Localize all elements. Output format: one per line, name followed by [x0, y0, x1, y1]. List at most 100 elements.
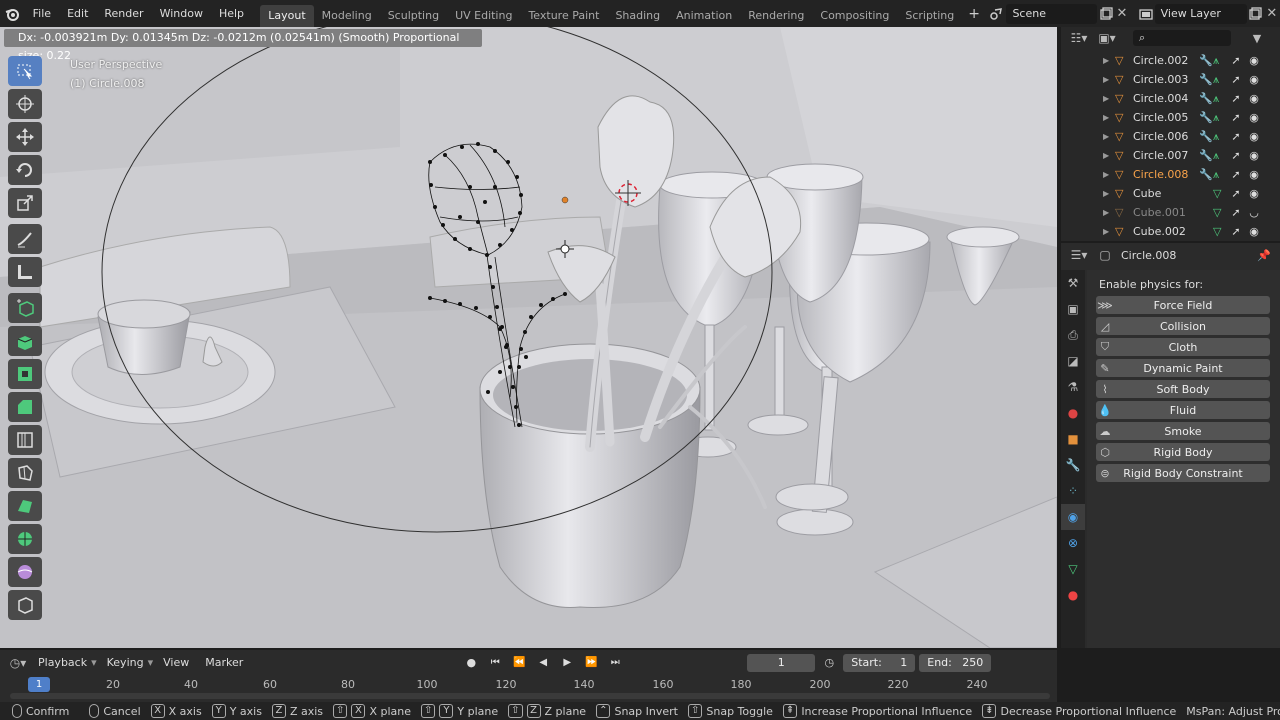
- new-scene-icon[interactable]: [1097, 4, 1113, 24]
- visibility-eye-icon[interactable]: ◉: [1245, 92, 1263, 105]
- view-layer-tab-icon[interactable]: ◪: [1061, 348, 1085, 374]
- tab-rendering[interactable]: Rendering: [740, 5, 812, 27]
- pin-icon[interactable]: 📌: [1254, 245, 1274, 265]
- poly-build-icon[interactable]: [8, 491, 42, 521]
- fluid-button[interactable]: 💧 Fluid: [1096, 401, 1270, 419]
- soft-body-button[interactable]: ⌇ Soft Body: [1096, 380, 1270, 398]
- bevel-icon[interactable]: [8, 392, 42, 422]
- visibility-eye-icon[interactable]: ◉: [1245, 54, 1263, 67]
- rigid-body-button[interactable]: ⬡ Rigid Body: [1096, 443, 1270, 461]
- select-arrow-icon[interactable]: ➚: [1227, 187, 1245, 200]
- view-layer-selector[interactable]: View Layer: [1154, 3, 1248, 24]
- tab-modeling[interactable]: Modeling: [314, 5, 380, 27]
- inset-icon[interactable]: [8, 359, 42, 389]
- output-tab-icon[interactable]: ⎙: [1061, 322, 1085, 348]
- playhead-frame[interactable]: 1: [28, 677, 50, 692]
- expand-arrow-icon[interactable]: ▶: [1103, 113, 1109, 122]
- select-arrow-icon[interactable]: ➚: [1227, 111, 1245, 124]
- new-view-layer-icon[interactable]: [1247, 4, 1263, 24]
- play-icon[interactable]: ▶: [557, 653, 577, 673]
- extrude-icon[interactable]: [8, 326, 42, 356]
- outliner-item-circle-004[interactable]: ▶ ▽ Circle.004 🔧 ⩚ ➚ ◉: [1061, 89, 1280, 108]
- render-tab-icon[interactable]: ▣: [1061, 296, 1085, 322]
- material-tab-icon[interactable]: ●: [1061, 582, 1085, 608]
- outliner-item-circle-008[interactable]: ▶ ▽ Circle.008 🔧 ⩚ ➚ ◉: [1061, 165, 1280, 184]
- menu-help[interactable]: Help: [211, 0, 252, 27]
- menu-render[interactable]: Render: [96, 0, 151, 27]
- properties-editor-icon[interactable]: ☰▾: [1069, 245, 1089, 265]
- blender-logo-icon[interactable]: [0, 0, 25, 27]
- dynamic-paint-button[interactable]: ✎ Dynamic Paint: [1096, 359, 1270, 377]
- expand-arrow-icon[interactable]: ▶: [1103, 94, 1109, 103]
- expand-arrow-icon[interactable]: ▶: [1103, 132, 1109, 141]
- jump-end-icon[interactable]: ⏭: [605, 653, 625, 673]
- view-layer-icon[interactable]: [1138, 4, 1154, 24]
- outliner-item-circle-005[interactable]: ▶ ▽ Circle.005 🔧 ⩚ ➚ ◉: [1061, 108, 1280, 127]
- collision-button[interactable]: ◿ Collision: [1096, 317, 1270, 335]
- particles-tab-icon[interactable]: ⁘: [1061, 478, 1085, 504]
- select-arrow-icon[interactable]: ➚: [1227, 149, 1245, 162]
- timeline-scrollbar[interactable]: [10, 693, 1050, 699]
- end-frame-field[interactable]: End: 250: [919, 653, 992, 672]
- physics-tab-icon[interactable]: ◉: [1061, 504, 1085, 530]
- knife-icon[interactable]: [8, 458, 42, 488]
- jump-start-icon[interactable]: ⏮: [485, 653, 505, 673]
- select-arrow-icon[interactable]: ➚: [1227, 168, 1245, 181]
- menu-file[interactable]: File: [25, 0, 59, 27]
- outliner-item-cube[interactable]: ▶ ▽ Cube ▽ ➚ ◉: [1061, 184, 1280, 203]
- jump-keyframe-back-icon[interactable]: ⏪: [509, 653, 529, 673]
- outliner-search-input[interactable]: ⌕: [1133, 30, 1231, 46]
- scene-tab-icon[interactable]: ⚗: [1061, 374, 1085, 400]
- add-workspace-button[interactable]: +: [962, 6, 986, 22]
- modifier-wrench-icon[interactable]: 🔧: [1199, 168, 1213, 181]
- outliner-item-circle-003[interactable]: ▶ ▽ Circle.003 🔧 ⩚ ➚ ◉: [1061, 70, 1280, 89]
- expand-arrow-icon[interactable]: ▶: [1103, 227, 1109, 236]
- expand-arrow-icon[interactable]: ▶: [1103, 75, 1109, 84]
- visibility-eye-icon[interactable]: ◉: [1245, 149, 1263, 162]
- data-tab-icon[interactable]: ▽: [1061, 556, 1085, 582]
- tool-tab-icon[interactable]: ⚒: [1061, 270, 1085, 296]
- play-reverse-icon[interactable]: ◀: [533, 653, 553, 673]
- menu-edit[interactable]: Edit: [59, 0, 96, 27]
- outliner-item-circle-007[interactable]: ▶ ▽ Circle.007 🔧 ⩚ ➚ ◉: [1061, 146, 1280, 165]
- scene-icon[interactable]: [988, 4, 1004, 24]
- cloth-button[interactable]: ⛉ Cloth: [1096, 338, 1270, 356]
- expand-arrow-icon[interactable]: ▶: [1103, 189, 1109, 198]
- scene-selector[interactable]: Scene: [1006, 3, 1098, 24]
- visibility-eye-icon[interactable]: ◉: [1245, 187, 1263, 200]
- tab-sculpting[interactable]: Sculpting: [380, 5, 447, 27]
- visibility-eye-icon[interactable]: ◉: [1245, 130, 1263, 143]
- measure-icon[interactable]: [8, 257, 42, 287]
- start-frame-field[interactable]: Start: 1: [843, 653, 916, 672]
- hidden-eye-icon[interactable]: ◡: [1245, 206, 1263, 219]
- shrink-icon[interactable]: [8, 590, 42, 620]
- preview-range-icon[interactable]: ◷: [819, 653, 839, 673]
- outliner-item-cube-001[interactable]: ▶ ▽ Cube.001 ▽ ➚ ◡: [1061, 203, 1280, 222]
- menu-window[interactable]: Window: [152, 0, 211, 27]
- constraints-tab-icon[interactable]: ⊗: [1061, 530, 1085, 556]
- remove-view-layer-icon[interactable]: ✕: [1264, 4, 1280, 24]
- tab-shading[interactable]: Shading: [607, 5, 668, 27]
- tab-animation[interactable]: Animation: [668, 5, 740, 27]
- outliner-item-cube-002[interactable]: ▶ ▽ Cube.002 ▽ ➚ ◉: [1061, 222, 1280, 241]
- modifier-wrench-icon[interactable]: 🔧: [1199, 149, 1213, 162]
- visibility-eye-icon[interactable]: ◉: [1245, 225, 1263, 238]
- smoke-button[interactable]: ☁ Smoke: [1096, 422, 1270, 440]
- cursor-icon[interactable]: [8, 89, 42, 119]
- expand-arrow-icon[interactable]: ▶: [1103, 170, 1109, 179]
- menu-view[interactable]: View: [157, 656, 195, 669]
- remove-scene-icon[interactable]: ✕: [1114, 4, 1130, 24]
- modifier-wrench-icon[interactable]: 🔧: [1199, 73, 1213, 86]
- editor-type-icon[interactable]: ☷▾: [1069, 28, 1089, 48]
- visibility-eye-icon[interactable]: ◉: [1245, 111, 1263, 124]
- select-arrow-icon[interactable]: ➚: [1227, 73, 1245, 86]
- menu-marker[interactable]: Marker: [199, 656, 249, 669]
- spin-icon[interactable]: [8, 524, 42, 554]
- select-box-icon[interactable]: [8, 56, 42, 86]
- rotate-icon[interactable]: [8, 155, 42, 185]
- tab-scripting[interactable]: Scripting: [897, 5, 962, 27]
- menu-playback[interactable]: Playback: [32, 656, 93, 669]
- select-arrow-icon[interactable]: ➚: [1227, 130, 1245, 143]
- filter-icon[interactable]: ▼: [1247, 28, 1267, 48]
- visibility-eye-icon[interactable]: ◉: [1245, 168, 1263, 181]
